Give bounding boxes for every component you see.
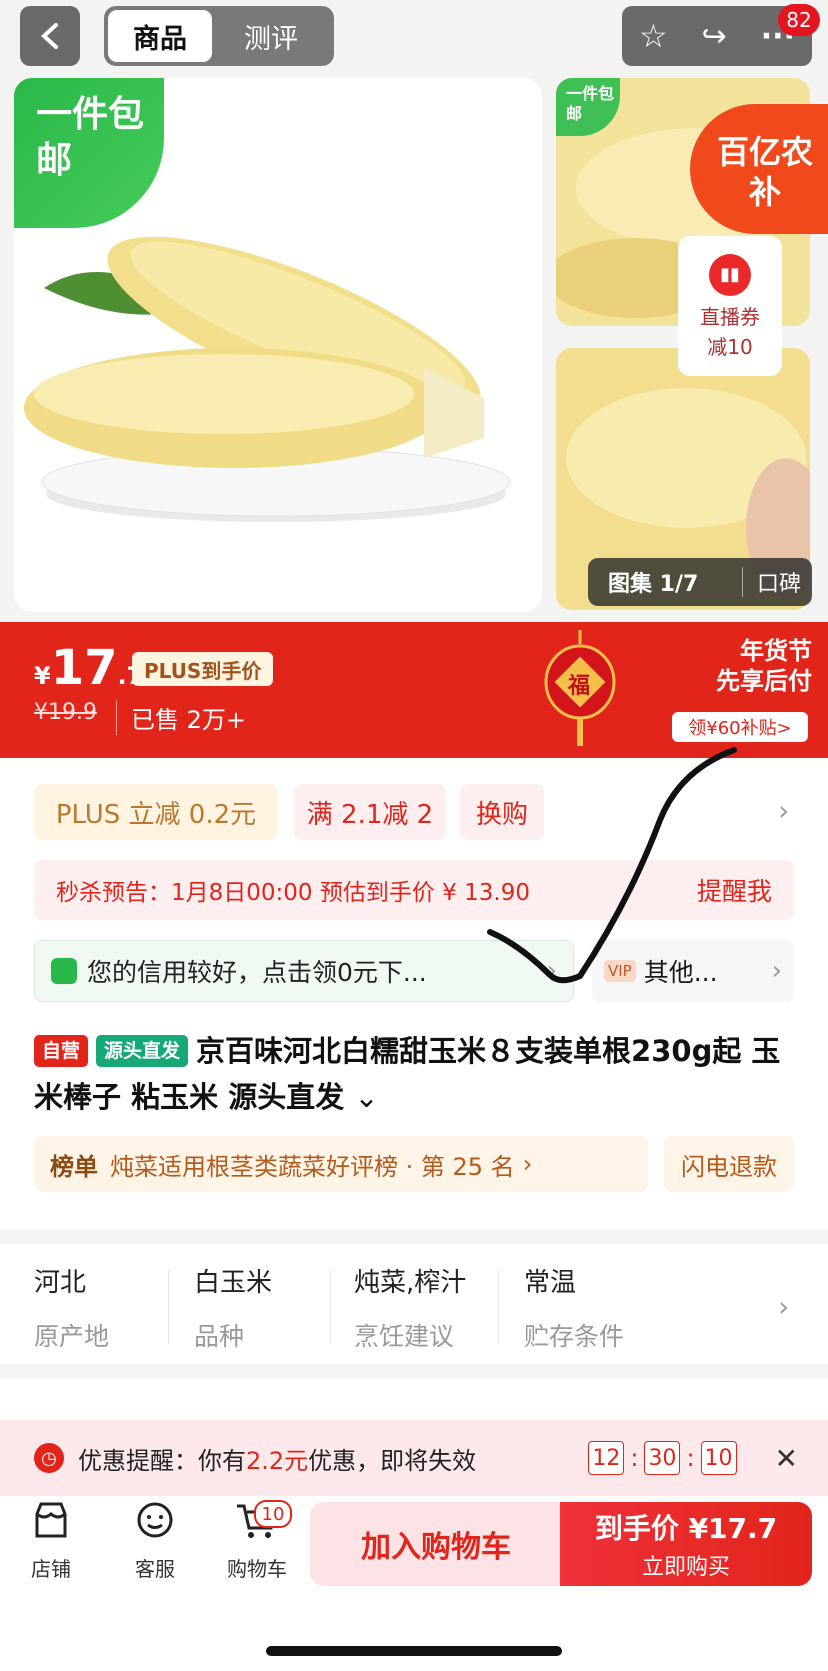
attr-key: 贮存条件: [524, 1322, 625, 1351]
attribute-variety[interactable]: 白玉米 品种: [194, 1262, 272, 1353]
lantern-decoration: 福: [530, 630, 630, 750]
shop-button[interactable]: 店铺: [6, 1500, 96, 1582]
notification-badge: 82: [778, 4, 820, 36]
timer-seconds: 10: [700, 1441, 737, 1475]
star-icon[interactable]: ☆: [639, 17, 668, 55]
buy-price: 到手价 ¥17.7: [594, 1512, 778, 1545]
live-icon: ▮▮: [709, 254, 751, 296]
customer-service-icon: [137, 1502, 173, 1538]
tab-product[interactable]: 商品: [108, 10, 212, 62]
full-reduction-chip[interactable]: 满 2.1减 2: [294, 784, 446, 840]
album-switcher[interactable]: 图集 1/7 口碑: [588, 558, 812, 606]
reminder-amount: 2.2元: [246, 1446, 309, 1475]
attributes-chevron-icon[interactable]: ›: [778, 1290, 789, 1323]
discount-reminder-bar[interactable]: ◷ 优惠提醒：你有 2.2元 优惠，即将失效 12: 30: 10 ✕: [0, 1420, 828, 1496]
rank-chevron-icon: ›: [522, 1150, 533, 1178]
section-divider: [0, 1364, 828, 1378]
album-separator: [742, 567, 743, 597]
attr-value: 白玉米: [194, 1268, 273, 1298]
back-button[interactable]: [20, 6, 80, 66]
attr-divider: [168, 1270, 169, 1344]
vip-chevron-icon: ›: [771, 956, 782, 986]
countdown-timer: 12: 30: 10: [588, 1441, 737, 1475]
add-to-cart-button[interactable]: 加入购物车: [310, 1502, 562, 1586]
buy-now-label: 立即购买: [641, 1555, 730, 1580]
section-divider: [0, 1230, 828, 1244]
close-icon[interactable]: ✕: [775, 1442, 798, 1475]
ranking-banner[interactable]: 榜单 炖菜适用根茎类蔬菜好评榜 · 第 25 名 ›: [34, 1136, 648, 1192]
subsidy-coupon-button[interactable]: 领¥60补贴>: [672, 712, 808, 742]
buy-now-button[interactable]: 到手价 ¥17.7 立即购买: [560, 1502, 812, 1586]
price-main: 17: [50, 640, 118, 696]
handwritten-checkmark: [487, 747, 737, 984]
expand-title-icon[interactable]: ⌄: [354, 1080, 378, 1114]
sold-count: 已售 2万+: [116, 700, 246, 735]
cart-count-badge: 10: [254, 1500, 292, 1528]
attr-divider: [330, 1270, 331, 1344]
cart-label: 购物车: [227, 1557, 287, 1581]
self-operated-tag: 自营: [34, 1035, 89, 1067]
rank-label: 榜单: [50, 1152, 98, 1181]
live-coupon-line2: 减10: [707, 335, 753, 359]
album-label[interactable]: 图集 1/7: [588, 566, 728, 598]
attribute-origin[interactable]: 河北 原产地: [34, 1262, 109, 1353]
attr-value: 炖菜,榨汁: [354, 1268, 467, 1298]
source-direct-tag: 源头直发: [96, 1035, 189, 1067]
top-tabs[interactable]: 商品 测评: [104, 6, 334, 66]
attr-key: 品种: [194, 1322, 245, 1351]
service-button[interactable]: 客服: [110, 1500, 200, 1582]
attr-key: 原产地: [34, 1322, 110, 1351]
shop-label: 店铺: [31, 1557, 71, 1581]
festival-title: 年货节: [740, 637, 812, 665]
plus-price-tag: PLUS到手价: [132, 652, 274, 686]
reminder-prefix: 优惠提醒：你有: [78, 1446, 246, 1475]
product-title-block: 自营 源头直发 京百味河北白糯甜玉米８支装单根230g起 玉米棒子 粘玉米 源头直发…: [34, 1028, 794, 1120]
lantern-char: 福: [568, 674, 591, 699]
live-coupon-badge[interactable]: ▮▮ 直播券 减10: [678, 236, 782, 376]
rank-text: 炖菜适用根茎类蔬菜好评榜 · 第 25 名: [110, 1152, 515, 1181]
timer-hours: 12: [588, 1441, 625, 1475]
attr-key: 烹饪建议: [354, 1322, 455, 1351]
attribute-storage[interactable]: 常温 贮存条件: [524, 1262, 624, 1353]
attr-value: 河北: [34, 1268, 87, 1298]
reminder-suffix: 优惠，即将失效: [308, 1446, 477, 1475]
shop-icon: [35, 1502, 67, 1538]
live-coupon-line1: 直播券: [700, 305, 760, 329]
share-icon[interactable]: ↪: [702, 19, 727, 54]
home-indicator: [266, 1646, 562, 1656]
festival-subtitle: 先享后付: [716, 667, 812, 695]
attribute-cooking[interactable]: 炖菜,榨汁 烹饪建议: [354, 1262, 466, 1353]
timer-minutes: 30: [644, 1441, 681, 1475]
tab-review[interactable]: 测评: [212, 17, 330, 56]
price-display: ¥ 17 .7: [34, 640, 143, 696]
attr-divider: [498, 1270, 499, 1344]
fast-refund-badge[interactable]: 闪电退款: [664, 1136, 794, 1192]
festival-banner[interactable]: 年货节 先享后付: [672, 636, 812, 696]
shopping-bag-icon: [51, 958, 77, 984]
chevron-left-icon: [41, 23, 58, 49]
reviews-tab[interactable]: 口碑: [757, 566, 801, 598]
original-price: ¥19.9: [34, 700, 97, 725]
attr-value: 常温: [524, 1268, 577, 1298]
credit-text: 您的信用较好，点击领0元下...: [87, 958, 427, 987]
service-label: 客服: [135, 1557, 175, 1581]
currency-symbol: ¥: [34, 662, 51, 690]
promo-chevron-icon[interactable]: ›: [778, 794, 789, 827]
clock-icon: ◷: [34, 1443, 64, 1473]
plus-discount-chip[interactable]: PLUS 立减 0.2元: [34, 784, 278, 840]
baiyi-subsidy-badge[interactable]: 百亿农补: [690, 104, 828, 234]
